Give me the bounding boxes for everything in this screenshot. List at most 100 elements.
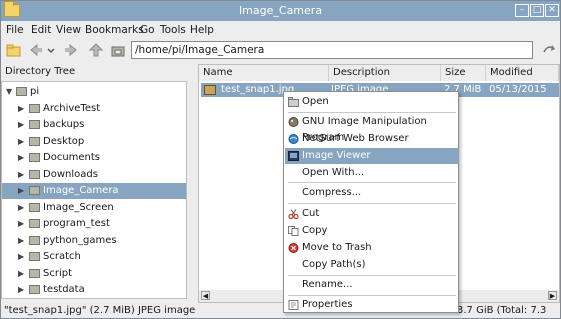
tree-item-program-test[interactable]: ▶ program_test xyxy=(2,216,186,232)
status-bar: "test_snap1.jpg" (2.7 MiB) JPEG image 3.… xyxy=(1,303,560,318)
collapsed-arrow-icon[interactable]: ▶ xyxy=(18,282,24,298)
collapsed-arrow-icon[interactable]: ▶ xyxy=(18,200,24,216)
netsurf-icon xyxy=(288,134,299,144)
scroll-right-icon[interactable]: ▶ xyxy=(548,291,557,300)
collapsed-arrow-icon[interactable]: ▶ xyxy=(18,150,24,166)
folder-icon xyxy=(29,285,40,294)
back-history-icon[interactable] xyxy=(46,42,56,58)
collapsed-arrow-icon[interactable]: ▶ xyxy=(18,233,24,249)
home-icon[interactable] xyxy=(110,42,126,58)
folder-icon xyxy=(29,203,40,212)
file-manager-window: Image_Camera – □ ✕ File Edit View Bookma… xyxy=(0,0,561,319)
folder-icon xyxy=(29,252,40,261)
tree-item-backups[interactable]: ▶ backups xyxy=(2,117,186,133)
collapsed-arrow-icon[interactable]: ▶ xyxy=(18,167,24,183)
tree-item-label: Image_Screen xyxy=(43,202,114,213)
folder-icon xyxy=(29,120,40,129)
file-modified: 05/13/2015 14:06 xyxy=(489,84,547,109)
collapsed-arrow-icon[interactable]: ▶ xyxy=(18,117,24,133)
menu-item-cut[interactable]: Cut xyxy=(285,206,459,222)
new-tab-icon[interactable] xyxy=(6,42,22,58)
menu-item-copy-paths[interactable]: Copy Path(s) xyxy=(285,257,459,273)
context-menu: Open GNU Image Manipulation Program NetS… xyxy=(283,91,459,313)
column-header-modified[interactable]: Modified xyxy=(486,65,559,81)
menu-item-image-viewer[interactable]: Image Viewer xyxy=(285,148,459,164)
menu-go[interactable]: Go xyxy=(140,24,155,36)
menu-item-compress[interactable]: Compress... xyxy=(285,185,459,201)
tree-item-label: Desktop xyxy=(43,136,85,147)
menu-item-label: Properties xyxy=(302,299,353,310)
tree-item-script[interactable]: ▶ Script xyxy=(2,266,186,282)
menu-item-label: Move to Trash xyxy=(302,242,372,253)
tree-item-testdata[interactable]: ▶ testdata xyxy=(2,282,186,298)
menu-help[interactable]: Help xyxy=(190,24,214,36)
collapsed-arrow-icon[interactable]: ▶ xyxy=(18,134,24,150)
folder-icon xyxy=(29,186,40,195)
collapsed-arrow-icon[interactable]: ▶ xyxy=(18,101,24,117)
folder-icon xyxy=(29,269,40,278)
menu-view[interactable]: View xyxy=(56,24,81,36)
tree-item-python-games[interactable]: ▶ python_games xyxy=(2,233,186,249)
minimize-button[interactable]: – xyxy=(515,4,529,17)
menu-item-label: Compress... xyxy=(302,187,362,198)
tree-item-root[interactable]: ▼ pi xyxy=(2,84,186,100)
menu-item-properties[interactable]: Properties xyxy=(285,297,459,313)
scroll-left-icon[interactable]: ◀ xyxy=(201,291,210,300)
jpeg-file-icon xyxy=(204,85,216,95)
tree-splitter[interactable] xyxy=(187,81,197,299)
back-icon[interactable] xyxy=(27,42,43,58)
forward-icon[interactable] xyxy=(64,42,80,58)
tree-item-label: pi xyxy=(30,86,40,97)
menu-item-gimp[interactable]: GNU Image Manipulation Program xyxy=(285,114,459,143)
menu-item-open-with[interactable]: Open With... xyxy=(285,165,459,181)
folder-icon xyxy=(29,236,40,245)
tree-item-label: testdata xyxy=(43,284,85,295)
collapsed-arrow-icon[interactable]: ▶ xyxy=(18,266,24,282)
parent-folder-icon[interactable] xyxy=(88,42,104,58)
tree-item-archivetest[interactable]: ▶ ArchiveTest xyxy=(2,101,186,117)
menu-item-move-to-trash[interactable]: Move to Trash xyxy=(285,240,459,256)
menu-item-label: Rename... xyxy=(302,279,353,290)
close-button[interactable]: ✕ xyxy=(545,4,559,17)
tree-item-documents[interactable]: ▶ Documents xyxy=(2,150,186,166)
tree-item-scratch[interactable]: ▶ Scratch xyxy=(2,249,186,265)
menu-file[interactable]: File xyxy=(6,24,24,36)
folder-icon xyxy=(29,153,40,162)
go-icon[interactable] xyxy=(541,42,557,58)
menu-item-open[interactable]: Open xyxy=(285,94,459,110)
tree-item-image-screen[interactable]: ▶ Image_Screen xyxy=(2,200,186,216)
column-header-name[interactable]: Name xyxy=(199,65,329,81)
tree-item-label: python_games xyxy=(43,235,117,246)
tree-item-label: backups xyxy=(43,119,85,130)
maximize-button[interactable]: □ xyxy=(530,4,544,17)
folder-icon xyxy=(29,137,40,146)
menu-item-rename[interactable]: Rename... xyxy=(285,277,459,293)
directory-tree-header: Directory Tree xyxy=(5,66,76,77)
menu-separator xyxy=(288,112,456,113)
collapsed-arrow-icon[interactable]: ▶ xyxy=(18,183,24,199)
menu-item-netsurf[interactable]: NetSurf Web Browser xyxy=(285,131,459,147)
menu-item-label: NetSurf Web Browser xyxy=(302,133,409,144)
menu-tools[interactable]: Tools xyxy=(160,24,186,36)
collapsed-arrow-icon[interactable]: ▶ xyxy=(18,249,24,265)
path-input[interactable]: /home/pi/Image_Camera xyxy=(131,41,533,59)
tree-item-label: Documents xyxy=(43,152,101,163)
tree-item-label: Downloads xyxy=(43,169,98,180)
tree-item-downloads[interactable]: ▶ Downloads xyxy=(2,167,186,183)
tree-item-label: program_test xyxy=(43,218,110,229)
menu-item-label: Cut xyxy=(302,208,320,219)
expanded-arrow-icon[interactable]: ▼ xyxy=(6,84,12,100)
menu-item-label: Open With... xyxy=(302,167,365,178)
home-folder-icon xyxy=(16,87,27,96)
open-icon xyxy=(288,97,299,107)
trash-icon xyxy=(288,243,299,253)
menu-bookmarks[interactable]: Bookmarks xyxy=(85,24,144,36)
tree-item-image-camera[interactable]: ▶ Image_Camera xyxy=(2,183,186,199)
column-header-size[interactable]: Size xyxy=(441,65,486,81)
gimp-icon xyxy=(288,117,299,127)
menu-item-copy[interactable]: Copy xyxy=(285,223,459,239)
menu-edit[interactable]: Edit xyxy=(31,24,51,36)
column-header-description[interactable]: Description xyxy=(329,65,441,81)
tree-item-desktop[interactable]: ▶ Desktop xyxy=(2,134,186,150)
collapsed-arrow-icon[interactable]: ▶ xyxy=(18,216,24,232)
